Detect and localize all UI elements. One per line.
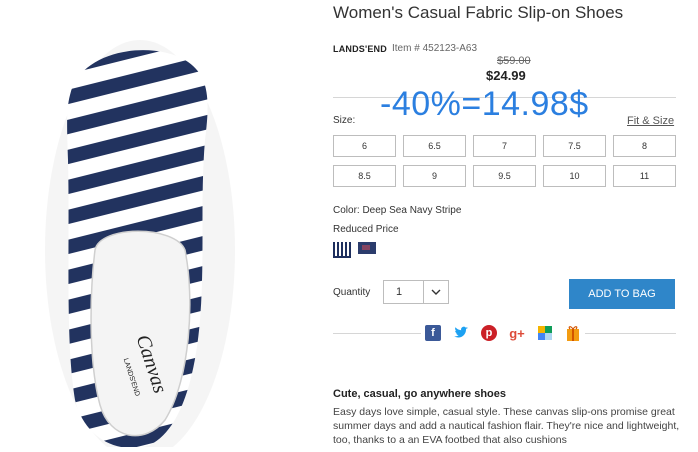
item-number: Item # 452123-A63 — [392, 43, 478, 54]
product-title: Women's Casual Fabric Slip-on Shoes — [333, 3, 624, 22]
pinterest-icon[interactable]: p — [481, 325, 497, 341]
size-option[interactable]: 9 — [403, 165, 466, 187]
size-grid: 6 6.5 7 7.5 8 8.5 9 9.5 10 11 — [333, 135, 676, 187]
share-icon[interactable] — [537, 325, 553, 341]
quantity-value: 1 — [396, 286, 403, 298]
size-option[interactable]: 6.5 — [403, 135, 466, 157]
brand-logo: LANDS'END — [333, 44, 387, 54]
description-text: Easy days love simple, casual style. The… — [333, 406, 680, 446]
chevron-down-icon[interactable] — [423, 281, 448, 303]
size-option[interactable]: 6 — [333, 135, 396, 157]
reduced-price-label: Reduced Price — [333, 224, 399, 235]
facebook-icon[interactable]: f — [425, 325, 441, 341]
sale-price: $24.99 — [486, 68, 526, 83]
original-price: $59.00 — [497, 55, 531, 67]
size-option[interactable]: 11 — [613, 165, 676, 187]
size-option[interactable]: 8.5 — [333, 165, 396, 187]
size-option[interactable]: 9.5 — [473, 165, 536, 187]
striped-shoe-image: Canvas LANDS'END — [45, 40, 235, 452]
size-option[interactable]: 10 — [543, 165, 606, 187]
social-share-bar: f p g+ — [421, 325, 585, 341]
quantity-label: Quantity — [333, 287, 371, 298]
product-image: Canvas LANDS'END — [0, 0, 320, 452]
color-swatch-navy-stripe[interactable] — [333, 242, 351, 258]
size-option[interactable]: 7 — [473, 135, 536, 157]
fit-size-link[interactable]: Fit & Size — [627, 115, 674, 127]
size-label: Size: — [333, 115, 356, 126]
gift-icon[interactable] — [565, 325, 581, 341]
color-swatch-navy-print[interactable] — [358, 242, 376, 254]
size-option[interactable]: 8 — [613, 135, 676, 157]
size-option[interactable]: 7.5 — [543, 135, 606, 157]
twitter-icon[interactable] — [453, 325, 469, 341]
quantity-select[interactable]: 1 — [383, 280, 449, 304]
google-plus-icon[interactable]: g+ — [509, 325, 525, 341]
add-to-bag-button[interactable]: ADD TO BAG — [569, 279, 675, 309]
color-label: Color: Deep Sea Navy Stripe — [333, 205, 462, 216]
discount-overlay-text: -40%=14.98$ — [380, 85, 589, 123]
description-title: Cute, casual, go anywhere shoes — [333, 388, 507, 400]
